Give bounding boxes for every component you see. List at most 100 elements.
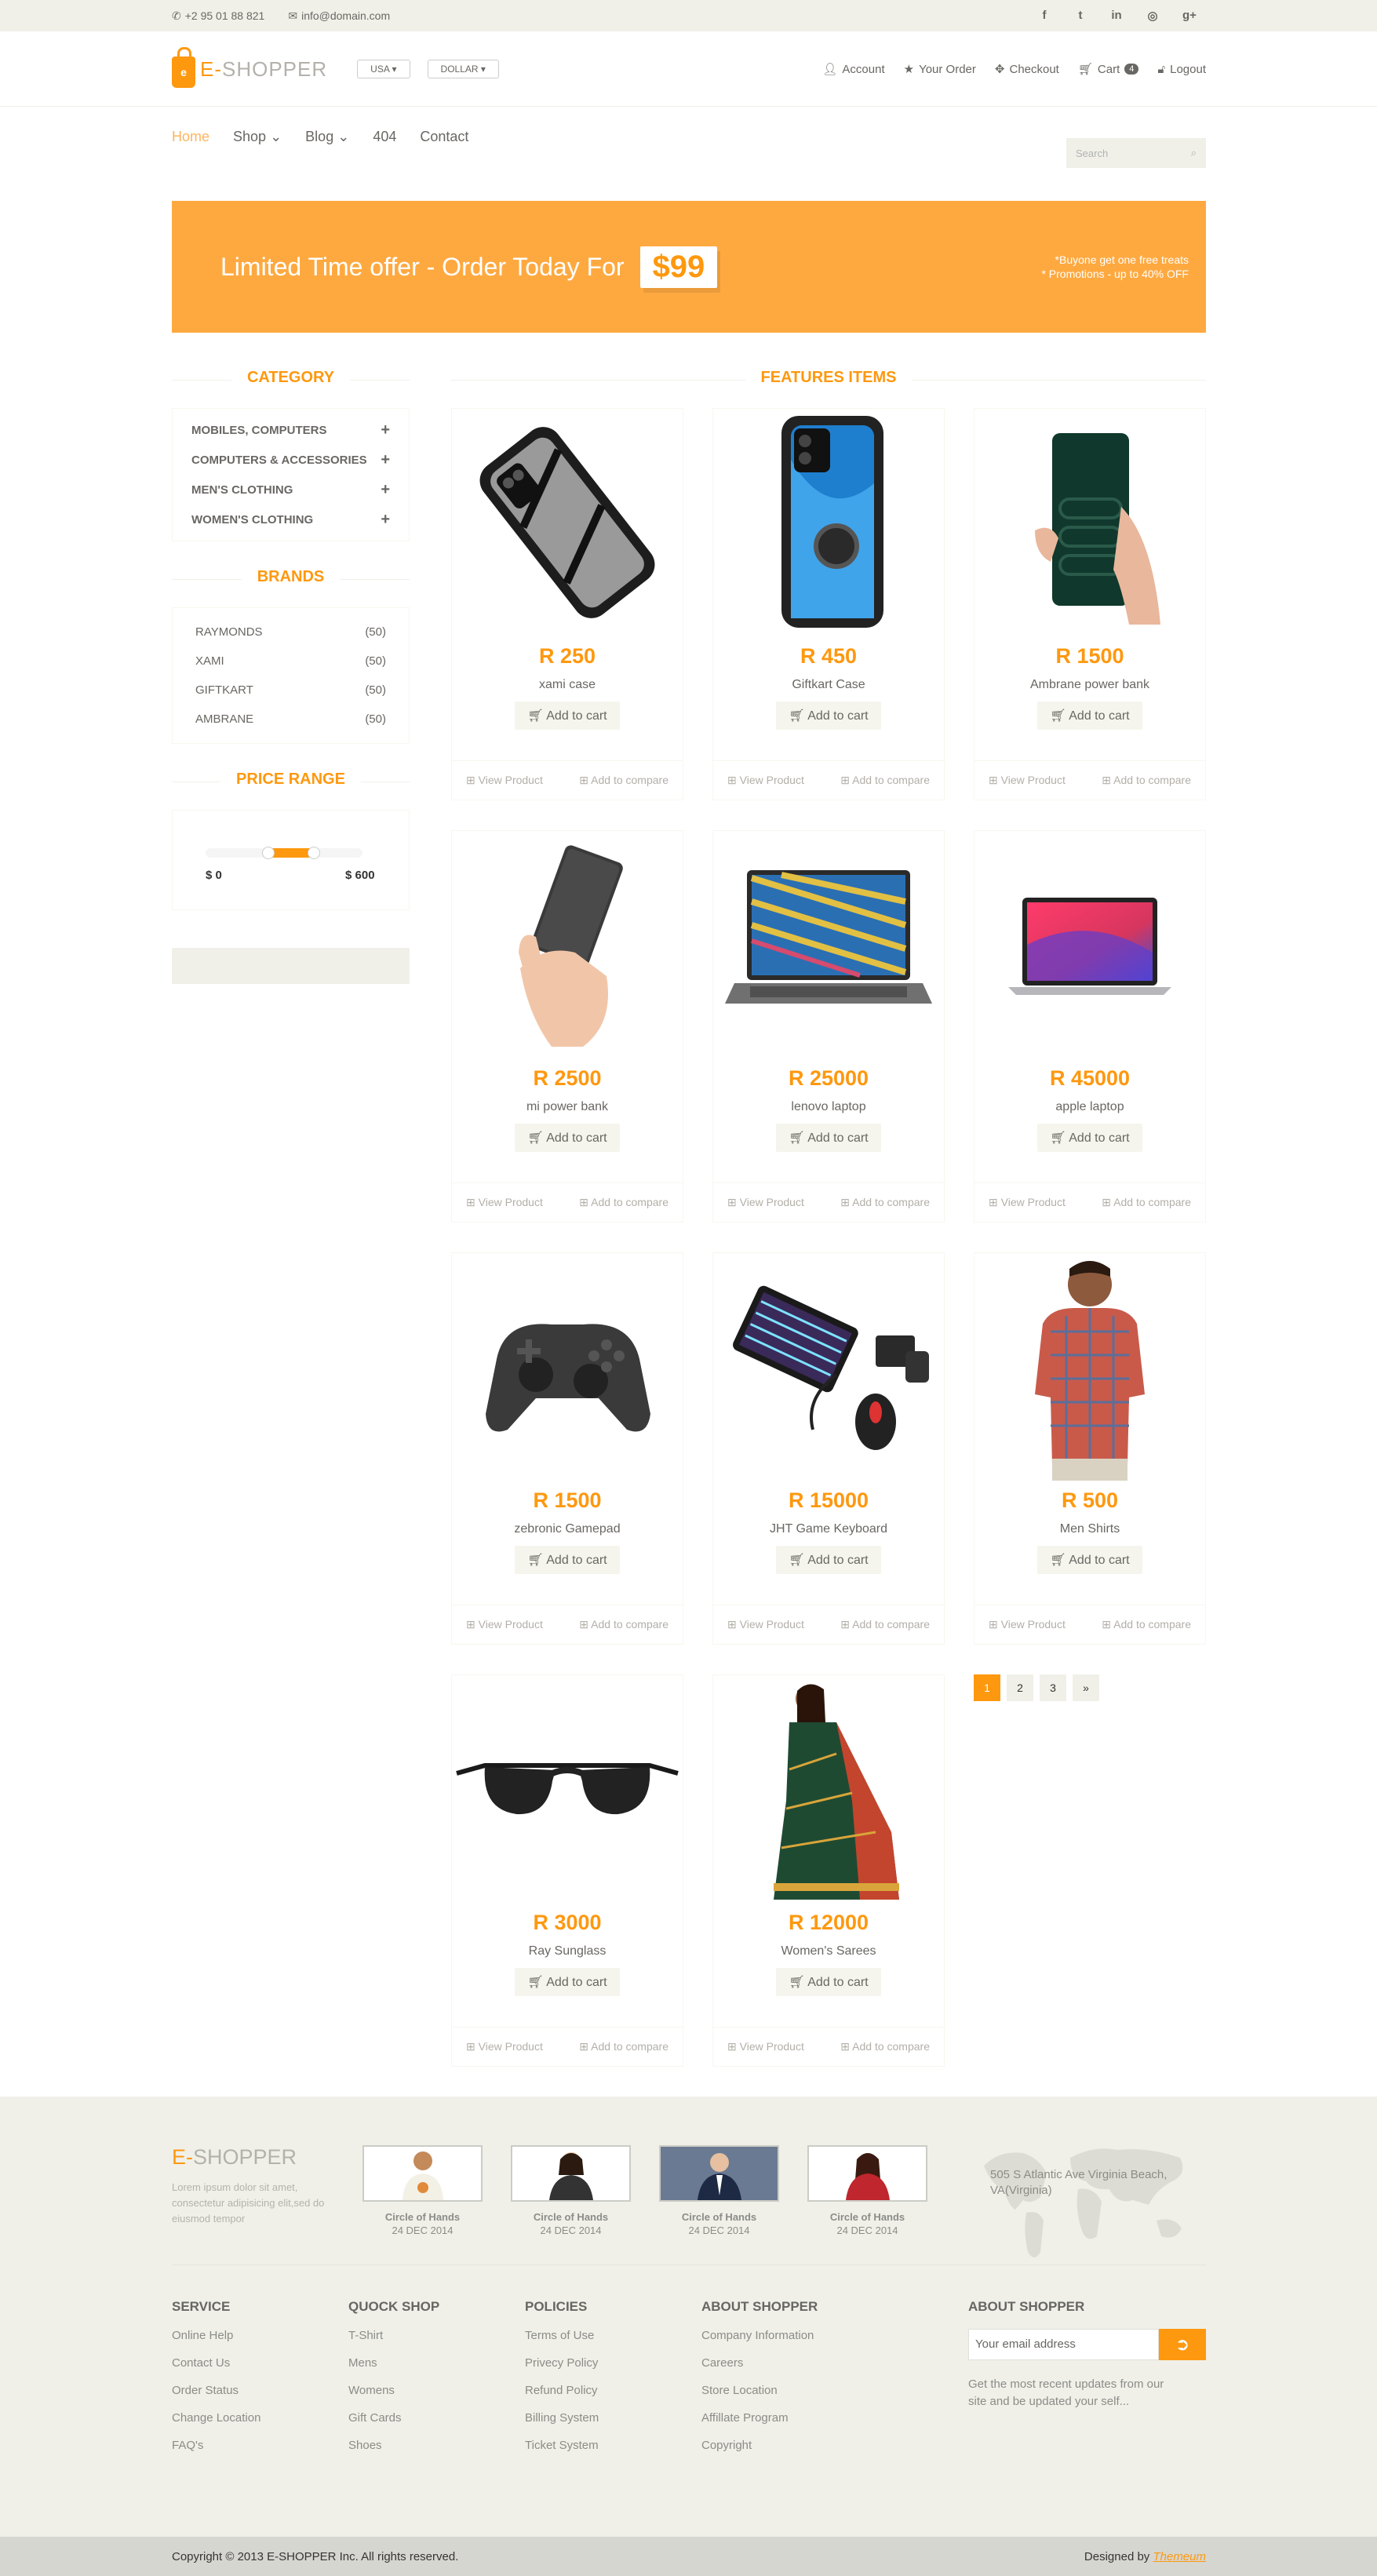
add-to-cart-button[interactable]: 🛒︎ Add to cart [515,1124,620,1152]
add-to-cart-button[interactable]: 🛒︎ Add to cart [1037,1124,1142,1152]
product-image[interactable] [452,1253,683,1481]
twitter-icon[interactable]: t [1074,9,1087,23]
footer-link[interactable]: Copyright [701,2439,818,2452]
category-item[interactable]: MOBILES, COMPUTERS + [191,415,390,445]
footer-link[interactable]: Shoes [348,2439,439,2452]
view-product-link[interactable]: ⊞ View Product [989,774,1066,787]
logo[interactable]: e E-SHOPPER [172,47,327,88]
page-1[interactable]: 1 [974,1674,1000,1701]
view-product-link[interactable]: ⊞ View Product [466,1196,543,1209]
currency-dropdown[interactable]: DOLLAR ▾ [427,60,499,78]
product-image[interactable] [713,409,944,636]
product-image[interactable] [713,1253,944,1481]
product-image[interactable] [713,831,944,1058]
checkout-link[interactable]: ✥ Checkout [995,62,1059,77]
view-product-link[interactable]: ⊞ View Product [466,1618,543,1631]
add-to-cart-button[interactable]: 🛒︎ Add to cart [515,1546,620,1574]
designer-link[interactable]: Themeum [1153,2550,1206,2563]
nav-contact[interactable]: Contact [420,129,468,145]
add-to-cart-button[interactable]: 🛒︎ Add to cart [776,1546,881,1574]
footer-link[interactable]: T-Shirt [348,2329,439,2342]
footer-link[interactable]: Store Location [701,2384,818,2397]
offer-banner[interactable]: Limited Time offer - Order Today For $99 … [172,201,1206,333]
nav-shop[interactable]: Shop ⌄ [233,129,282,145]
video-item[interactable]: Circle of Hands 24 DEC 2014 [807,2145,927,2236]
next-page[interactable]: » [1073,1674,1099,1701]
view-product-link[interactable]: ⊞ View Product [466,774,543,787]
nav-blog[interactable]: Blog ⌄ [305,129,349,145]
add-to-cart-button[interactable]: 🛒︎ Add to cart [776,1968,881,1996]
nav-404[interactable]: 404 [373,129,396,145]
category-item[interactable]: MEN'S CLOTHING + [191,475,390,505]
footer-link[interactable]: Mens [348,2356,439,2370]
page-3[interactable]: 3 [1040,1674,1066,1701]
add-to-compare-link[interactable]: ⊞ Add to compare [840,1196,930,1209]
add-to-compare-link[interactable]: ⊞ Add to compare [579,1196,668,1209]
footer-link[interactable]: Online Help [172,2329,260,2342]
brand-item[interactable]: GIFTKART (50) [191,676,390,705]
logout-link[interactable]: 🔓︎ Logout [1157,62,1206,76]
product-image[interactable] [452,831,683,1058]
video-item[interactable]: Circle of Hands 24 DEC 2014 [362,2145,483,2236]
add-to-cart-button[interactable]: 🛒︎ Add to cart [515,701,620,730]
view-product-link[interactable]: ⊞ View Product [727,1196,804,1209]
add-to-cart-button[interactable]: 🛒︎ Add to cart [1037,1546,1142,1574]
footer-link[interactable]: Ticket System [525,2439,599,2452]
facebook-icon[interactable]: f [1038,9,1051,23]
footer-link[interactable]: Privecy Policy [525,2356,599,2370]
view-product-link[interactable]: ⊞ View Product [727,1618,804,1631]
google-plus-icon[interactable]: g+ [1182,9,1197,23]
phone-contact[interactable]: ✆ +2 95 01 88 821 [172,9,264,23]
add-to-cart-button[interactable]: 🛒︎ Add to cart [776,1124,881,1152]
add-to-cart-button[interactable]: 🛒︎ Add to cart [515,1968,620,1996]
price-slider[interactable] [206,847,362,859]
category-item[interactable]: WOMEN'S CLOTHING + [191,505,390,534]
footer-link[interactable]: Womens [348,2384,439,2397]
view-product-link[interactable]: ⊞ View Product [466,2040,543,2053]
subscribe-button[interactable]: ➲ [1159,2329,1206,2360]
footer-link[interactable]: Change Location [172,2411,260,2425]
video-item[interactable]: Circle of Hands 24 DEC 2014 [511,2145,631,2236]
add-to-compare-link[interactable]: ⊞ Add to compare [579,1618,668,1631]
footer-link[interactable]: Contact Us [172,2356,260,2370]
footer-link[interactable]: Affillate Program [701,2411,818,2425]
footer-link[interactable]: Gift Cards [348,2411,439,2425]
footer-link[interactable]: FAQ's [172,2439,260,2452]
country-dropdown[interactable]: USA ▾ [357,60,410,78]
add-to-cart-button[interactable]: 🛒︎ Add to cart [1037,701,1142,730]
cart-link[interactable]: 🛒︎ Cart 4 [1078,62,1139,76]
add-to-compare-link[interactable]: ⊞ Add to compare [1102,1618,1191,1631]
view-product-link[interactable]: ⊞ View Product [727,774,804,787]
footer-link[interactable]: Careers [701,2356,818,2370]
category-item[interactable]: COMPUTERS & ACCESSORIES + [191,445,390,475]
price-slider-min-handle[interactable] [262,847,275,859]
add-to-compare-link[interactable]: ⊞ Add to compare [579,2040,668,2053]
account-link[interactable]: 👤︎ Account [822,62,884,77]
dribbble-icon[interactable]: ◎ [1146,9,1159,23]
footer-link[interactable]: Billing System [525,2411,599,2425]
video-item[interactable]: Circle of Hands 24 DEC 2014 [659,2145,779,2236]
product-image[interactable] [713,1675,944,1903]
linkedin-icon[interactable]: in [1110,9,1123,23]
view-product-link[interactable]: ⊞ View Product [989,1196,1066,1209]
brand-item[interactable]: XAMI (50) [191,647,390,676]
add-to-compare-link[interactable]: ⊞ Add to compare [840,2040,930,2053]
view-product-link[interactable]: ⊞ View Product [727,2040,804,2053]
product-image[interactable] [974,409,1205,636]
email-contact[interactable]: ✉ info@domain.com [288,9,390,23]
search-input[interactable]: Search ⌕ [1066,138,1206,168]
product-image[interactable] [452,409,683,636]
add-to-compare-link[interactable]: ⊞ Add to compare [1102,774,1191,787]
nav-home[interactable]: Home [172,129,209,145]
email-subscribe-input[interactable]: Your email address [968,2329,1159,2360]
footer-link[interactable]: Terms of Use [525,2329,599,2342]
add-to-cart-button[interactable]: 🛒︎ Add to cart [776,701,881,730]
view-product-link[interactable]: ⊞ View Product [989,1618,1066,1631]
your-order-link[interactable]: ★ Your Order [904,62,976,77]
footer-link[interactable]: Company Information [701,2329,818,2342]
product-image[interactable] [974,831,1205,1058]
brand-item[interactable]: AMBRANE (50) [191,705,390,734]
add-to-compare-link[interactable]: ⊞ Add to compare [840,774,930,787]
price-slider-max-handle[interactable] [308,847,320,859]
product-image[interactable] [452,1675,683,1903]
